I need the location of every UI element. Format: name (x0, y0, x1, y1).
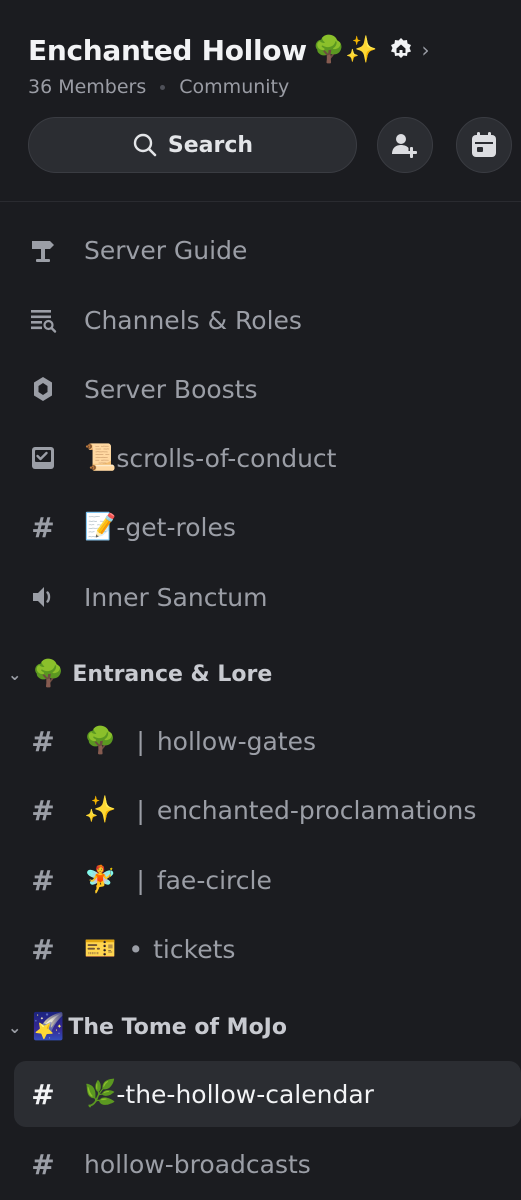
hash-icon: # (31, 1077, 55, 1111)
channel-label: tickets (153, 934, 236, 964)
channel-label: hollow-gates (156, 726, 317, 756)
calendar-icon (472, 132, 496, 157)
channel-enchanted-proclamations[interactable]: # ✨ | enchanted-proclamations (14, 777, 521, 843)
category-name: The Tome of MoJo (68, 1014, 287, 1040)
meta-separator-dot (160, 84, 166, 90)
server-type: Community (179, 76, 290, 98)
hash-icon: # (31, 510, 55, 544)
category-entrance-lore[interactable]: ⌄ 🌳 Entrance & Lore (0, 654, 521, 694)
channel-tickets[interactable]: # 🎫 • tickets (14, 916, 521, 982)
channel-separator: | (136, 865, 145, 895)
channel-label: scrolls-of-conduct (116, 443, 337, 473)
channel-emoji: 🧚 (84, 865, 117, 895)
boost-icon (28, 374, 58, 404)
server-boosts-label: Server Boosts (84, 374, 258, 404)
add-member-icon (392, 134, 417, 158)
channel-hollow-gates[interactable]: # 🌳 | hollow-gates (14, 708, 521, 774)
member-count: 36 Members (28, 76, 147, 98)
channel-label: -the-hollow-calendar (116, 1079, 374, 1109)
channel-label: enchanted-proclamations (156, 795, 477, 825)
search-button[interactable]: Search (28, 117, 357, 173)
channel-separator: | (136, 726, 145, 756)
channels-roles-label: Channels & Roles (84, 305, 302, 335)
hash-icon: # (31, 724, 55, 758)
search-icon (133, 133, 157, 157)
community-badge-icon (390, 38, 411, 58)
rules-icon (28, 443, 58, 473)
channel-browse-icon (28, 305, 58, 335)
voice-icon (28, 582, 58, 612)
channel-get-roles[interactable]: # 📝 -get-roles (14, 494, 521, 560)
channel-separator: | (136, 795, 145, 825)
server-guide-label: Server Guide (84, 235, 248, 265)
server-boosts-item[interactable]: Server Boosts (14, 356, 521, 422)
chevron-right-icon[interactable]: › (422, 38, 430, 62)
memo-emoji: 📝 (84, 512, 117, 542)
channel-label: fae-circle (156, 865, 272, 895)
channel-scrolls-of-conduct[interactable]: 📜 scrolls-of-conduct (14, 425, 521, 491)
channel-fae-circle[interactable]: # 🧚 | fae-circle (14, 847, 521, 913)
channel-emoji: ✨ (84, 795, 117, 825)
server-meta: 36 Members Community (28, 76, 289, 98)
server-name-emoji: 🌳✨ (312, 35, 378, 65)
channels-roles-item[interactable]: Channels & Roles (14, 287, 521, 353)
hash-icon: # (31, 932, 55, 966)
search-label: Search (167, 132, 254, 158)
channel-emoji: 🌿 (84, 1079, 117, 1109)
server-name[interactable]: Enchanted Hollow (28, 34, 307, 67)
server-guide-item[interactable]: Server Guide (14, 217, 521, 283)
category-emoji: 🌳 (32, 659, 65, 689)
signpost-icon (28, 235, 58, 265)
category-name: Entrance & Lore (72, 661, 273, 687)
channel-separator: • (128, 934, 144, 964)
hash-icon: # (31, 793, 55, 827)
server-header: Enchanted Hollow 🌳✨ › 36 Members Communi… (0, 0, 521, 202)
chevron-down-icon: ⌄ (8, 664, 22, 684)
hash-icon: # (31, 863, 55, 897)
chevron-down-icon: ⌄ (8, 1017, 22, 1037)
channel-emoji: 🎫 (84, 934, 117, 964)
voice-channel-label: Inner Sanctum (84, 582, 268, 612)
channel-emoji: 🌳 (84, 726, 117, 756)
scroll-emoji: 📜 (84, 443, 117, 473)
server-title-row[interactable]: Enchanted Hollow 🌳✨ › (28, 30, 430, 70)
channel-label: hollow-broadcasts (84, 1149, 311, 1179)
hash-icon: # (31, 1147, 55, 1181)
invite-button[interactable] (377, 117, 433, 173)
category-tome-of-mojo[interactable]: ⌄ 🌠 The Tome of MoJo (0, 1007, 521, 1047)
voice-inner-sanctum[interactable]: Inner Sanctum (14, 564, 521, 630)
channel-hollow-broadcasts[interactable]: # hollow-broadcasts (14, 1131, 521, 1197)
category-emoji: 🌠 (32, 1012, 65, 1042)
channel-label: -get-roles (116, 512, 236, 542)
events-button[interactable] (456, 117, 512, 173)
channel-the-hollow-calendar[interactable]: # 🌿 -the-hollow-calendar (14, 1061, 521, 1127)
